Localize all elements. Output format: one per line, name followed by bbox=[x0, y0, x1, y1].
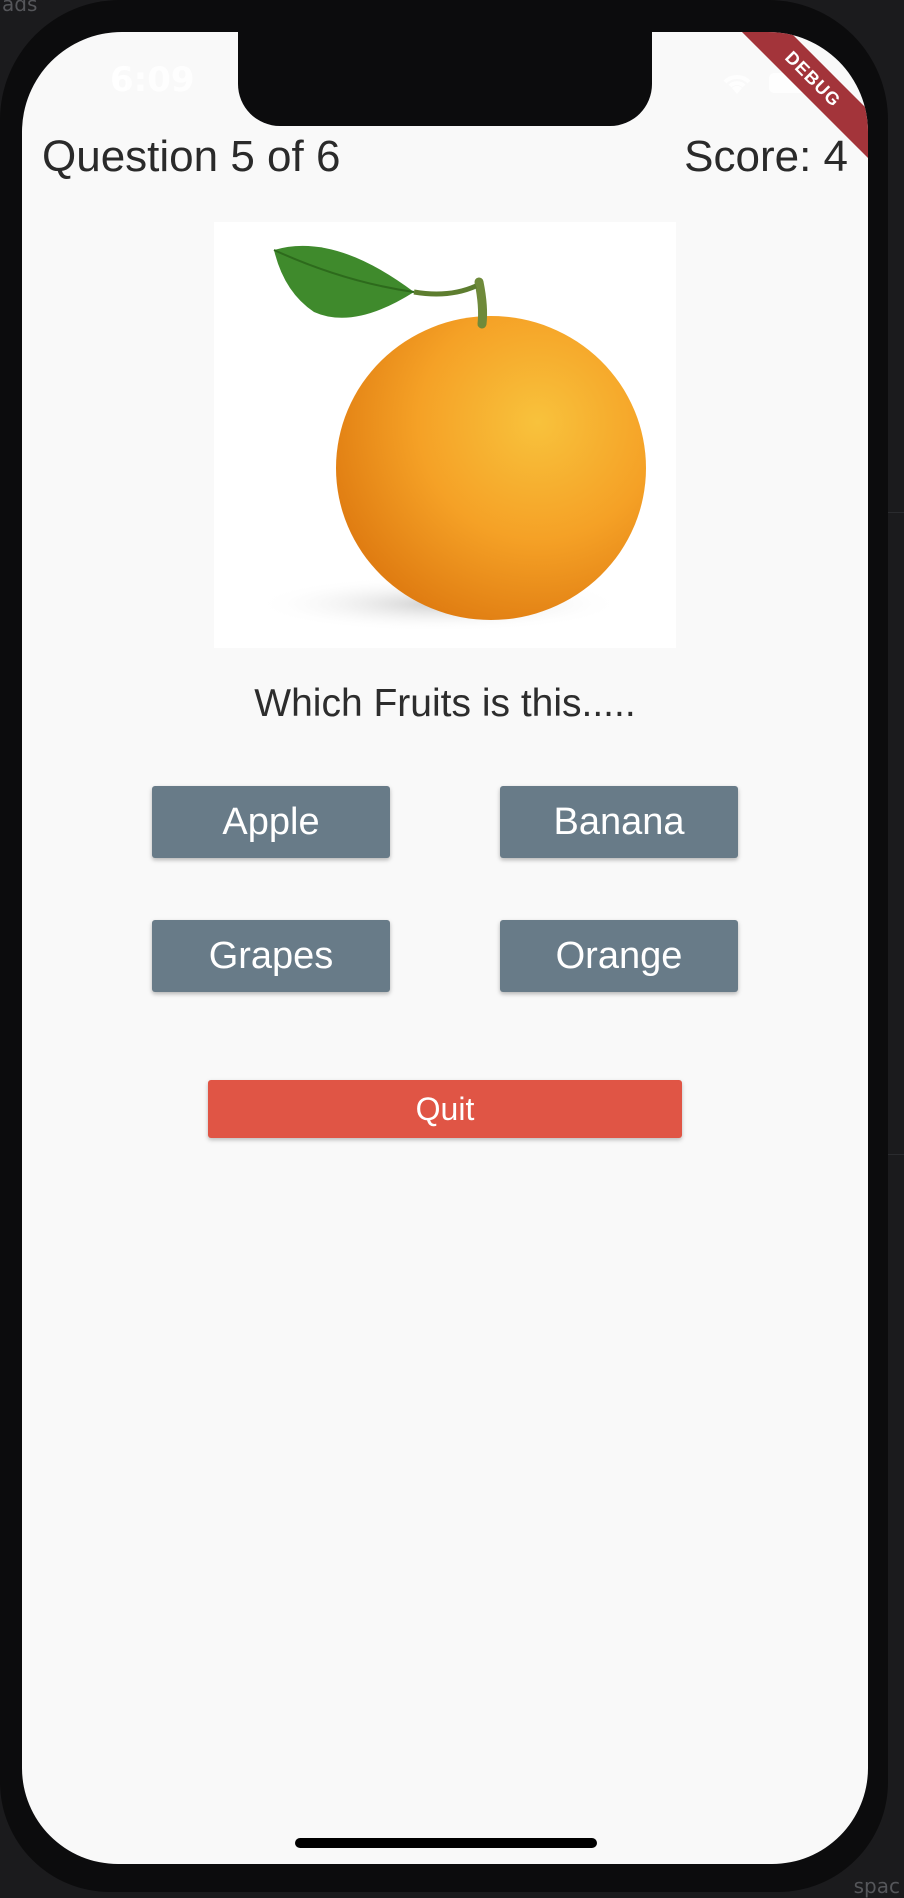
answer-button-banana[interactable]: Banana bbox=[500, 786, 738, 858]
question-text: Which Fruits is this..... bbox=[254, 682, 636, 725]
answer-button-grapes[interactable]: Grapes bbox=[152, 920, 390, 992]
app-screen: 6:09 DEBUG Question 5 of 6 Score: 4 Whic… bbox=[22, 32, 868, 1864]
answer-button-apple[interactable]: Apple bbox=[152, 786, 390, 858]
device-notch bbox=[238, 32, 652, 126]
fruit-image bbox=[214, 222, 676, 648]
quiz-header: Question 5 of 6 Score: 4 bbox=[42, 132, 848, 182]
status-time: 6:09 bbox=[110, 60, 195, 100]
question-progress: Question 5 of 6 bbox=[42, 132, 341, 181]
phone-frame: 6:09 DEBUG Question 5 of 6 Score: 4 Whic… bbox=[0, 0, 888, 1892]
background-window-text: ads bbox=[2, 0, 38, 16]
orange-fruit-icon bbox=[254, 245, 646, 632]
quit-button[interactable]: Quit bbox=[208, 1080, 682, 1138]
wifi-icon bbox=[723, 75, 751, 94]
home-indicator[interactable] bbox=[295, 1838, 597, 1848]
answer-button-orange[interactable]: Orange bbox=[500, 920, 738, 992]
background-window-text: spac bbox=[853, 1874, 900, 1898]
score-display: Score: 4 bbox=[684, 132, 848, 181]
